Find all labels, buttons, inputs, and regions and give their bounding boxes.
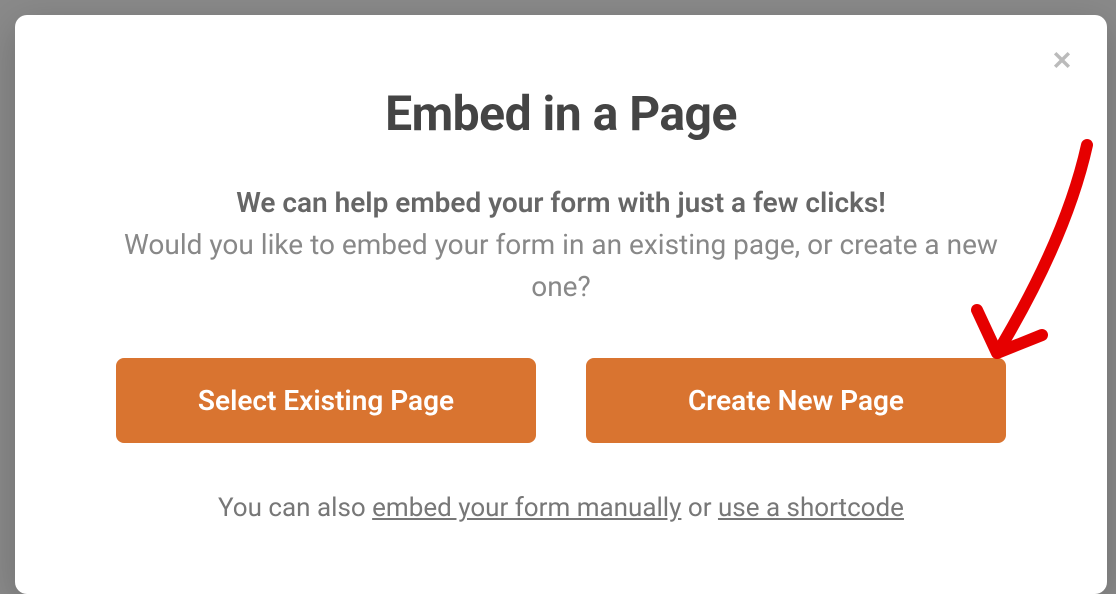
subtitle-bold-text: We can help embed your form with just a … (236, 186, 886, 219)
subtitle-normal-text: Would you like to embed your form in an … (124, 228, 998, 303)
close-icon (1050, 48, 1074, 72)
embed-manually-link[interactable]: embed your form manually (372, 493, 681, 523)
button-row: Select Existing Page Create New Page (115, 358, 1007, 443)
embed-modal: Embed in a Page We can help embed your f… (15, 15, 1107, 594)
close-button[interactable] (1047, 45, 1077, 75)
modal-subtitle: We can help embed your form with just a … (115, 182, 1007, 308)
use-shortcode-link[interactable]: use a shortcode (718, 493, 904, 523)
footer-prefix: You can also (218, 493, 372, 523)
create-new-page-button[interactable]: Create New Page (586, 358, 1006, 443)
footer-text: You can also embed your form manually or… (115, 493, 1007, 523)
select-existing-page-button[interactable]: Select Existing Page (116, 358, 536, 443)
footer-middle: or (681, 493, 718, 523)
modal-title: Embed in a Page (115, 85, 1007, 142)
